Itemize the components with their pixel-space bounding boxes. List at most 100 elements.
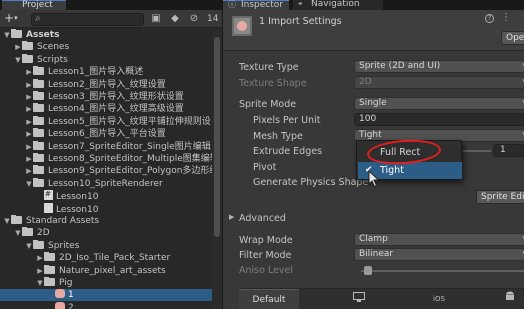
- settings-icon[interactable]: ⋮: [501, 12, 511, 23]
- expand-arrow-right-icon[interactable]: ▶: [25, 91, 33, 103]
- platform-tabs: Default iOS: [239, 288, 524, 309]
- advanced-foldout-arrow-icon[interactable]: ▶: [229, 213, 234, 221]
- expand-arrow-right-icon[interactable]: ▶: [36, 252, 44, 264]
- open-button[interactable]: Ope: [501, 31, 524, 45]
- expand-arrow-down-icon[interactable]: ▼: [14, 54, 22, 66]
- folder-icon: [33, 66, 45, 76]
- tree-folder-item[interactable]: ▶ Lesson7_SpriteEditor_Single图片编辑: [0, 140, 212, 153]
- add-asset-button[interactable]: +▾: [4, 12, 26, 26]
- filter-mode-value: Bilinear: [359, 249, 394, 259]
- tree-folder-item[interactable]: ▶ Lesson4_图片导入_纹理高级设置: [0, 103, 212, 115]
- tree-folder-item[interactable]: ▼ Sprites: [0, 239, 212, 252]
- tree-asset-item[interactable]: 2: [0, 301, 212, 309]
- expand-arrow-right-icon[interactable]: ▶: [36, 265, 44, 277]
- tree-item-label: Lesson5_图片导入_纹理平铺拉伸规则设: [48, 116, 211, 127]
- texture-shape-label: Texture Shape: [239, 78, 307, 89]
- expand-arrow-down-icon[interactable]: ▼: [14, 227, 22, 239]
- pixels-per-unit-field[interactable]: 100: [354, 113, 524, 126]
- sprite-thumbnail-icon: [55, 289, 65, 299]
- tree-item-label: 2D: [37, 228, 50, 239]
- folder-icon: [11, 215, 23, 224]
- folder-icon: [11, 29, 23, 38]
- sprite-mode-label: Sprite Mode: [239, 99, 297, 110]
- expand-arrow-right-icon[interactable]: ▶: [25, 128, 33, 140]
- tree-folder-item[interactable]: ▼ Lesson10_SpriteRenderer: [0, 177, 212, 190]
- wrap-mode-dropdown[interactable]: Clamp ▼: [354, 233, 524, 246]
- platform-tab-standalone[interactable]: [339, 289, 379, 309]
- tree-folder-item[interactable]: ▶ Lesson3_图片导入_纹理形状设置: [0, 91, 212, 103]
- tree-folder-item[interactable]: ▶ Lesson6_图片导入_平台设置: [0, 128, 212, 140]
- tree-asset-item[interactable]: 1: [0, 289, 212, 302]
- expand-arrow-down-icon[interactable]: ▼: [3, 215, 11, 227]
- platform-tab-android[interactable]: [495, 289, 524, 309]
- platform-tab-default[interactable]: Default: [239, 289, 299, 309]
- tree-folder-item[interactable]: ▶ 2D_Iso_Tile_Pack_Starter: [0, 252, 212, 264]
- project-panel: Project +▾ ⌕ ▣ ◆ ⊘ 14 ▼ Assets ▶ Scenes ▼ Scr…: [0, 0, 222, 309]
- mouse-cursor-icon: [368, 170, 380, 188]
- texture-type-dropdown[interactable]: Sprite (2D and UI) ▼: [354, 60, 524, 73]
- project-scrollbar[interactable]: [212, 29, 222, 309]
- expand-arrow-right-icon[interactable]: ▶: [25, 165, 33, 177]
- expand-arrow-right-icon[interactable]: ▶: [25, 116, 33, 128]
- scene-file-icon: [44, 202, 53, 213]
- tree-item-label: 1: [68, 290, 74, 301]
- folder-icon: [33, 165, 45, 175]
- expand-arrow-right-icon[interactable]: ▶: [25, 141, 33, 153]
- tab-inspector[interactable]: ⓘ Inspector: [223, 0, 289, 10]
- expand-arrow-down-icon[interactable]: ▼: [25, 240, 33, 252]
- extrude-edges-field[interactable]: 1: [493, 144, 524, 157]
- expand-arrow-right-icon[interactable]: ▶: [25, 66, 33, 78]
- expand-arrow-right-icon[interactable]: ▶: [14, 41, 22, 53]
- tree-folder-item[interactable]: ▶ Lesson2_图片导入_纹理设置: [0, 78, 212, 91]
- sprite-editor-button[interactable]: Sprite Edito: [476, 190, 524, 204]
- folder-icon: [33, 153, 45, 162]
- tree-item-label: Lesson8_SpriteEditor_Multiple图集编辑: [48, 154, 212, 164]
- generate-physics-shape-label: Generate Physics Shape: [253, 177, 369, 188]
- project-scrollbar-thumb[interactable]: [214, 37, 220, 237]
- expand-arrow-right-icon[interactable]: ▶: [25, 153, 33, 165]
- expand-arrow-right-icon[interactable]: ▶: [25, 103, 33, 115]
- tree-folder-item[interactable]: ▶ Lesson5_图片导入_纹理平铺拉伸规则设: [0, 115, 212, 128]
- folder-icon: [33, 78, 45, 88]
- expand-arrow-down-icon[interactable]: ▼: [36, 277, 44, 289]
- folder-icon: [33, 103, 45, 113]
- filter-mode-dropdown[interactable]: Bilinear ▼: [354, 248, 524, 261]
- advanced-foldout-label[interactable]: Advanced: [239, 213, 286, 224]
- filter-by-type-icon[interactable]: ▣: [150, 13, 162, 25]
- texture-shape-dropdown: 2D ▼: [354, 76, 524, 89]
- tree-asset-item[interactable]: Lesson10: [0, 202, 212, 215]
- tree-item-label: Lesson10: [56, 192, 99, 203]
- expand-arrow-right-icon[interactable]: ▶: [25, 79, 33, 91]
- tree-asset-item[interactable]: Lesson10: [0, 190, 212, 202]
- hidden-packages-icon[interactable]: ⊘: [188, 13, 200, 25]
- tree-folder-item[interactable]: ▼ Scripts: [0, 53, 212, 66]
- info-icon: ⓘ: [228, 0, 236, 9]
- tree-folder-item[interactable]: ▼ Assets: [0, 29, 212, 41]
- tab-project[interactable]: Project: [2, 0, 66, 10]
- platform-tab-ios[interactable]: iOS: [419, 289, 459, 309]
- expand-arrow-down-icon[interactable]: ▼: [25, 178, 33, 190]
- tree-folder-item[interactable]: ▶ Lesson1_图片导入概述: [0, 66, 212, 78]
- extrude-edges-slider[interactable]: [463, 150, 491, 152]
- tree-folder-item[interactable]: ▶ Scenes: [0, 41, 212, 53]
- tab-navigation[interactable]: ⌖ Navigation: [293, 0, 383, 10]
- search-input[interactable]: ⌕: [31, 13, 144, 26]
- texture-shape-value: 2D: [359, 77, 372, 87]
- folder-icon: [44, 264, 56, 274]
- tree-folder-item[interactable]: ▶ Lesson9_SpriteEditor_Polygon多边形编: [0, 165, 212, 177]
- tree-folder-item[interactable]: ▼ Pig: [0, 277, 212, 289]
- tree-folder-item[interactable]: ▼ 2D: [0, 227, 212, 239]
- tree-folder-item[interactable]: ▶ Nature_pixel_art_assets: [0, 264, 212, 277]
- android-icon: [506, 291, 514, 300]
- inspector-title: 1 Import Settings: [259, 16, 342, 27]
- sprite-mode-dropdown[interactable]: Single ▼: [354, 97, 524, 110]
- project-toolbar: +▾ ⌕ ▣ ◆ ⊘ 14: [0, 10, 222, 28]
- filter-by-label-icon[interactable]: ◆: [169, 13, 181, 25]
- tree-folder-item[interactable]: ▼ Standard Assets: [0, 215, 212, 227]
- help-icon[interactable]: ?: [485, 14, 494, 23]
- tab-project-label: Project: [22, 0, 53, 10]
- expand-arrow-down-icon[interactable]: ▼: [3, 29, 11, 41]
- tree-folder-item[interactable]: ▶ Lesson8_SpriteEditor_Multiple图集编辑: [0, 153, 212, 165]
- csharp-script-icon: [44, 190, 53, 201]
- aniso-level-slider: [361, 270, 524, 272]
